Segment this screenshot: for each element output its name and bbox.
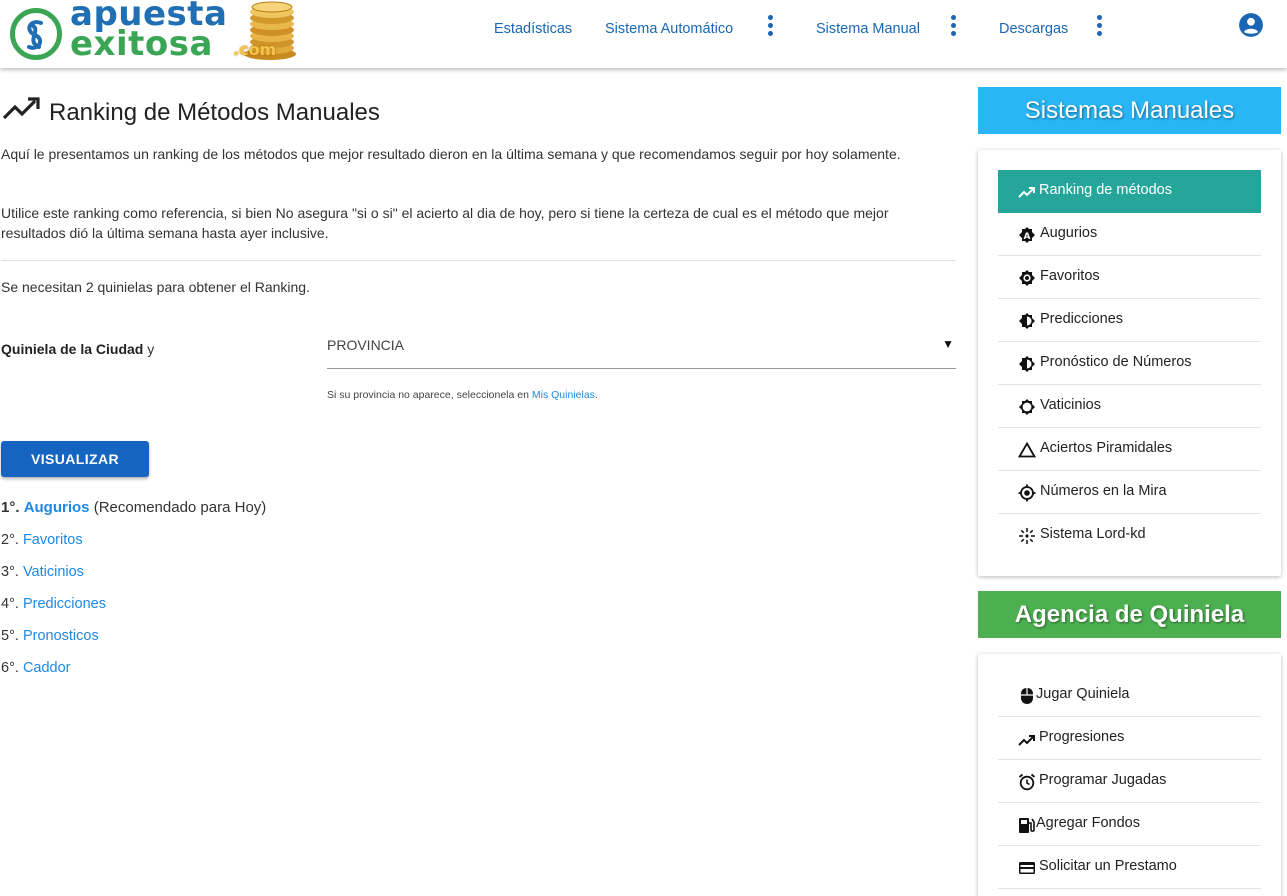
nav-sistema-manual[interactable]: Sistema Manual [816, 21, 920, 37]
ranking-position: 4°. [1, 596, 19, 612]
sidebar-item-label: Progresiones [1039, 729, 1125, 745]
sidebar-item-label: Programar Jugadas [1039, 772, 1167, 788]
page-title: Ranking de Métodos Manuales [49, 99, 380, 126]
ranking-method-link[interactable]: Favoritos [23, 532, 83, 548]
sidebar-item-sistema-lord-kd[interactable]: Sistema Lord-kd [998, 514, 1261, 557]
trending-up-icon [2, 97, 40, 120]
gas-station-icon [1019, 818, 1035, 833]
settings-outline-icon [1019, 399, 1035, 415]
agencia-de-quiniela-banner: Agencia de Quiniela [978, 591, 1281, 638]
logo-suffix: .com [233, 40, 277, 59]
requirement-note: Se necesitan 2 quinielas para obtener el… [1, 279, 310, 295]
ranking-position: 3°. [1, 564, 19, 580]
sidebar-item-label: Jugar Quiniela [1036, 686, 1130, 702]
nav-estadisticas[interactable]: Estadísticas [494, 21, 572, 37]
ranking-note: (Recomendado para Hoy) [93, 499, 267, 516]
sidebar-item-label: Números en la Mira [1040, 483, 1167, 499]
ranking-method-link[interactable]: Pronosticos [23, 628, 99, 644]
sidebar-item-vaticinios[interactable]: Vaticinios [998, 385, 1261, 428]
sidebar-item-label: Predicciones [1040, 311, 1124, 327]
ranking-item: 4°. Predicciones [1, 596, 106, 612]
agencia-card: Jugar Quiniela Progresiones Programar Ju… [978, 654, 1281, 896]
mis-quinielas-link[interactable]: Mis Quinielas [532, 389, 595, 401]
provincia-select-value: PROVINCIA [327, 337, 405, 353]
trending-up-icon [1018, 735, 1035, 746]
sidebar-item-numeros-en-la-mira[interactable]: Números en la Mira [998, 471, 1261, 514]
more-vert-icon[interactable] [950, 15, 958, 37]
sidebar-item-agregar-fondos[interactable]: Agregar Fondos [998, 803, 1261, 846]
hint-text: Si su provincia no aparece, seleccionela… [327, 389, 529, 401]
crosshairs-gps-icon [1018, 484, 1036, 502]
sidebar-item-programar-jugadas[interactable]: Programar Jugadas [998, 760, 1261, 803]
half-brightness-icon [1019, 313, 1035, 329]
sistemas-manuales-card: Ranking de métodos A Augurios Favoritos … [978, 150, 1281, 576]
quiniela-label-bold: Quiniela de la Ciudad [1, 341, 144, 357]
agencia-menu: Jugar Quiniela Progresiones Programar Ju… [998, 674, 1261, 889]
sidebar-item-jugar-quiniela[interactable]: Jugar Quiniela [998, 674, 1261, 717]
sidebar-item-label: Favoritos [1040, 268, 1100, 284]
dropdown-arrow-icon: ▼ [942, 337, 954, 351]
credit-card-icon [1019, 862, 1035, 874]
disclaimer-paragraph: Utilice este ranking como referencia, si… [1, 205, 889, 241]
sidebar-item-label: Agregar Fondos [1036, 815, 1140, 831]
sidebar-item-favoritos[interactable]: Favoritos [998, 256, 1261, 299]
trending-up-icon [1018, 187, 1035, 198]
top-header: apuesta exitosa .com Estadísticas Sistem… [0, 0, 1287, 68]
ranking-method-link[interactable]: Vaticinios [23, 564, 84, 580]
sidebar-item-label: Aciertos Piramidales [1040, 440, 1173, 456]
mouse-icon [1021, 688, 1033, 704]
sidebar-item-solicitar-prestamo[interactable]: Solicitar un Prestamo [998, 846, 1261, 889]
logo-emblem [10, 8, 62, 60]
provincia-hint: Si su provincia no aparece, seleccionela… [327, 389, 598, 401]
brightness-icon [1019, 270, 1035, 286]
ranking-position: 6°. [1, 660, 19, 676]
sidebar-item-label: Vaticinios [1040, 397, 1101, 413]
ranking-method-link[interactable]: Caddor [23, 660, 71, 676]
provincia-select[interactable]: PROVINCIA ▼ [327, 333, 956, 369]
sidebar-item-label: Pronóstico de Números [1040, 354, 1192, 370]
sidebar-item-label: Solicitar un Prestamo [1039, 858, 1177, 874]
divider [1, 260, 956, 261]
ranking-method-link[interactable]: Predicciones [23, 596, 106, 612]
ranking-item: 5°. Pronosticos [1, 628, 99, 644]
ranking-position: 5°. [1, 628, 19, 644]
sparkle-icon [1019, 528, 1035, 544]
sidebar-item-label: Ranking de métodos [1039, 182, 1172, 198]
svg-text:A: A [1024, 232, 1031, 242]
alpha-a-badge-icon: A [1019, 227, 1035, 243]
ranking-position: 2°. [1, 532, 19, 548]
sidebar-item-augurios[interactable]: A Augurios [998, 213, 1261, 256]
ranking-item: 3°. Vaticinios [1, 564, 84, 580]
sidebar-item-ranking-de-metodos[interactable]: Ranking de métodos [998, 170, 1261, 213]
account-circle-icon[interactable] [1238, 12, 1264, 38]
quiniela-label: Quiniela de la Ciudad y [1, 341, 154, 357]
nav-descargas[interactable]: Descargas [999, 21, 1068, 37]
sidebar-item-progresiones[interactable]: Progresiones [998, 717, 1261, 760]
sidebar-item-label: Augurios [1040, 225, 1098, 241]
triangle-outline-icon [1018, 441, 1036, 458]
hint-end: . [594, 389, 598, 401]
ranking-item: 2°. Favoritos [1, 532, 83, 548]
sistemas-manuales-banner: Sistemas Manuales [978, 87, 1281, 134]
sidebar-item-aciertos-piramidales[interactable]: Aciertos Piramidales [998, 428, 1261, 471]
quiniela-label-suffix: y [147, 341, 155, 357]
ranking-position: 1°. [1, 499, 20, 516]
more-vert-icon[interactable] [1096, 15, 1104, 37]
sidebar-item-predicciones[interactable]: Predicciones [998, 299, 1261, 342]
visualizar-button[interactable]: VISUALIZAR [1, 441, 149, 477]
logo-word-exitosa: exitosa [70, 24, 213, 64]
sidebar-item-pronostico-de-numeros[interactable]: Pronóstico de Números [998, 342, 1261, 385]
ranking-item: 1°. Augurios (Recomendado para Hoy) [1, 499, 266, 516]
ranking-item: 6°. Caddor [1, 660, 71, 676]
ranking-method-link[interactable]: Augurios [24, 499, 90, 516]
alarm-clock-icon [1018, 773, 1036, 791]
more-vert-icon[interactable] [767, 15, 775, 37]
site-logo[interactable]: apuesta exitosa .com [8, 0, 298, 64]
nav-sistema-automatico[interactable]: Sistema Automático [605, 21, 733, 37]
intro-paragraph: Aquí le presentamos un ranking de los mé… [1, 146, 901, 162]
half-brightness-icon [1019, 356, 1035, 372]
sidebar-item-label: Sistema Lord-kd [1040, 526, 1146, 542]
sistemas-manuales-menu: Ranking de métodos A Augurios Favoritos … [998, 170, 1261, 557]
